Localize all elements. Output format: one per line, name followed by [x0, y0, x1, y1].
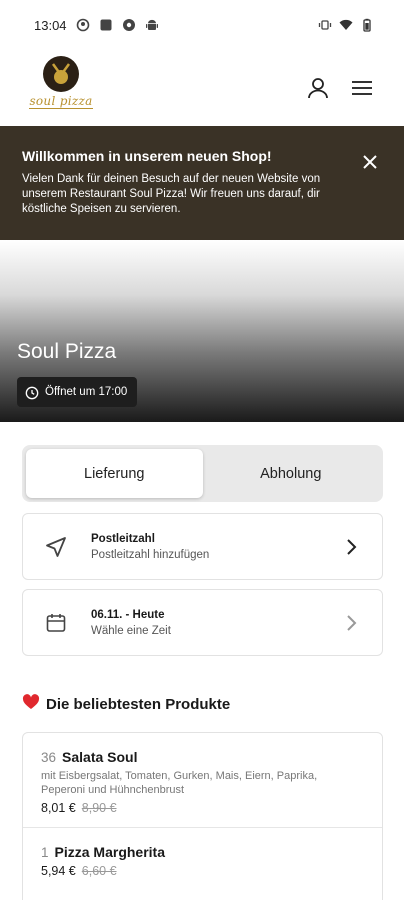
status-time: 13:04 — [34, 17, 67, 33]
product-item[interactable]: 1 Pizza Margherita 5,94 € 6,60 € — [23, 828, 382, 890]
android-icon — [145, 18, 159, 32]
product-old-price: 8,90 € — [81, 801, 117, 815]
product-number: 1 — [41, 845, 49, 860]
status-right — [318, 18, 374, 32]
opening-hours-text: Öffnet um 17:00 — [45, 386, 128, 398]
account-icon[interactable] — [306, 76, 330, 100]
chevron-right-icon — [344, 538, 358, 556]
popular-products-list: 36 Salata Soul mit Eisbergsalat, Tomaten… — [22, 732, 383, 900]
welcome-banner: Willkommen in unserem neuen Shop! Vielen… — [0, 126, 404, 240]
battery-icon — [360, 18, 374, 32]
delivery-option[interactable]: Lieferung — [26, 449, 203, 498]
date-text: 06.11. - Heute Wähle eine Zeit — [91, 609, 171, 637]
product-number: 36 — [41, 750, 57, 765]
product-prices: 8,01 € 8,90 € — [41, 801, 364, 815]
logo-text: soul pizza — [29, 94, 93, 109]
postcode-title: Postleitzahl — [91, 532, 155, 545]
popular-products-heading: Die beliebtesten Produkte — [22, 694, 230, 714]
opening-hours-badge: Öffnet um 17:00 — [17, 377, 138, 407]
notification-app-icon — [76, 18, 90, 32]
product-head: 1 Pizza Margherita — [41, 844, 364, 860]
header-actions — [306, 76, 374, 100]
product-name: Pizza Margherita — [54, 844, 165, 860]
notification-square-icon — [99, 18, 113, 32]
product-price: 8,01 € — [41, 801, 76, 815]
calendar-icon — [45, 612, 67, 634]
product-description: mit Eisbergsalat, Tomaten, Gurken, Mais,… — [41, 770, 318, 796]
postcode-subtitle: Postleitzahl hinzufügen — [91, 548, 210, 561]
heart-icon — [22, 694, 40, 714]
logo-mark-icon — [43, 56, 79, 92]
status-bar: 13:04 — [0, 0, 404, 50]
postcode-text: Postleitzahl Postleitzahl hinzufügen — [91, 533, 209, 561]
pickup-option[interactable]: Abholung — [203, 449, 380, 498]
menu-icon[interactable] — [350, 76, 374, 100]
banner-text: Vielen Dank für deinen Besuch auf der ne… — [22, 173, 321, 215]
status-left: 13:04 — [34, 18, 159, 33]
notification-circle-icon — [122, 18, 136, 32]
logo[interactable]: soul pizza — [22, 55, 100, 121]
date-card[interactable]: 06.11. - Heute Wähle eine Zeit — [22, 589, 383, 656]
banner-title: Willkommen in unserem neuen Shop! — [22, 148, 272, 164]
site-header: soul pizza — [0, 50, 404, 126]
date-title: 06.11. - Heute — [91, 608, 165, 621]
product-price: 5,94 € — [41, 864, 76, 878]
delivery-mode-toggle: Lieferung Abholung — [22, 445, 383, 502]
date-subtitle: Wähle eine Zeit — [91, 624, 171, 637]
vibrate-icon — [318, 18, 332, 32]
product-prices: 5,94 € 6,60 € — [41, 864, 364, 878]
product-head: 36 Salata Soul — [41, 749, 364, 765]
close-icon[interactable] — [358, 150, 382, 174]
hero-section: Soul Pizza Öffnet um 17:00 — [0, 240, 404, 422]
postcode-card[interactable]: Postleitzahl Postleitzahl hinzufügen — [22, 513, 383, 580]
clock-icon — [25, 385, 39, 400]
restaurant-title: Soul Pizza — [17, 340, 117, 363]
product-name: Salata Soul — [62, 749, 138, 765]
popular-products-title: Die beliebtesten Produkte — [46, 695, 231, 713]
wifi-icon — [339, 18, 353, 32]
product-old-price: 6,60 € — [81, 864, 117, 878]
location-arrow-icon — [45, 536, 67, 558]
product-item[interactable]: 36 Salata Soul mit Eisbergsalat, Tomaten… — [23, 733, 382, 828]
chevron-right-icon — [344, 614, 358, 632]
